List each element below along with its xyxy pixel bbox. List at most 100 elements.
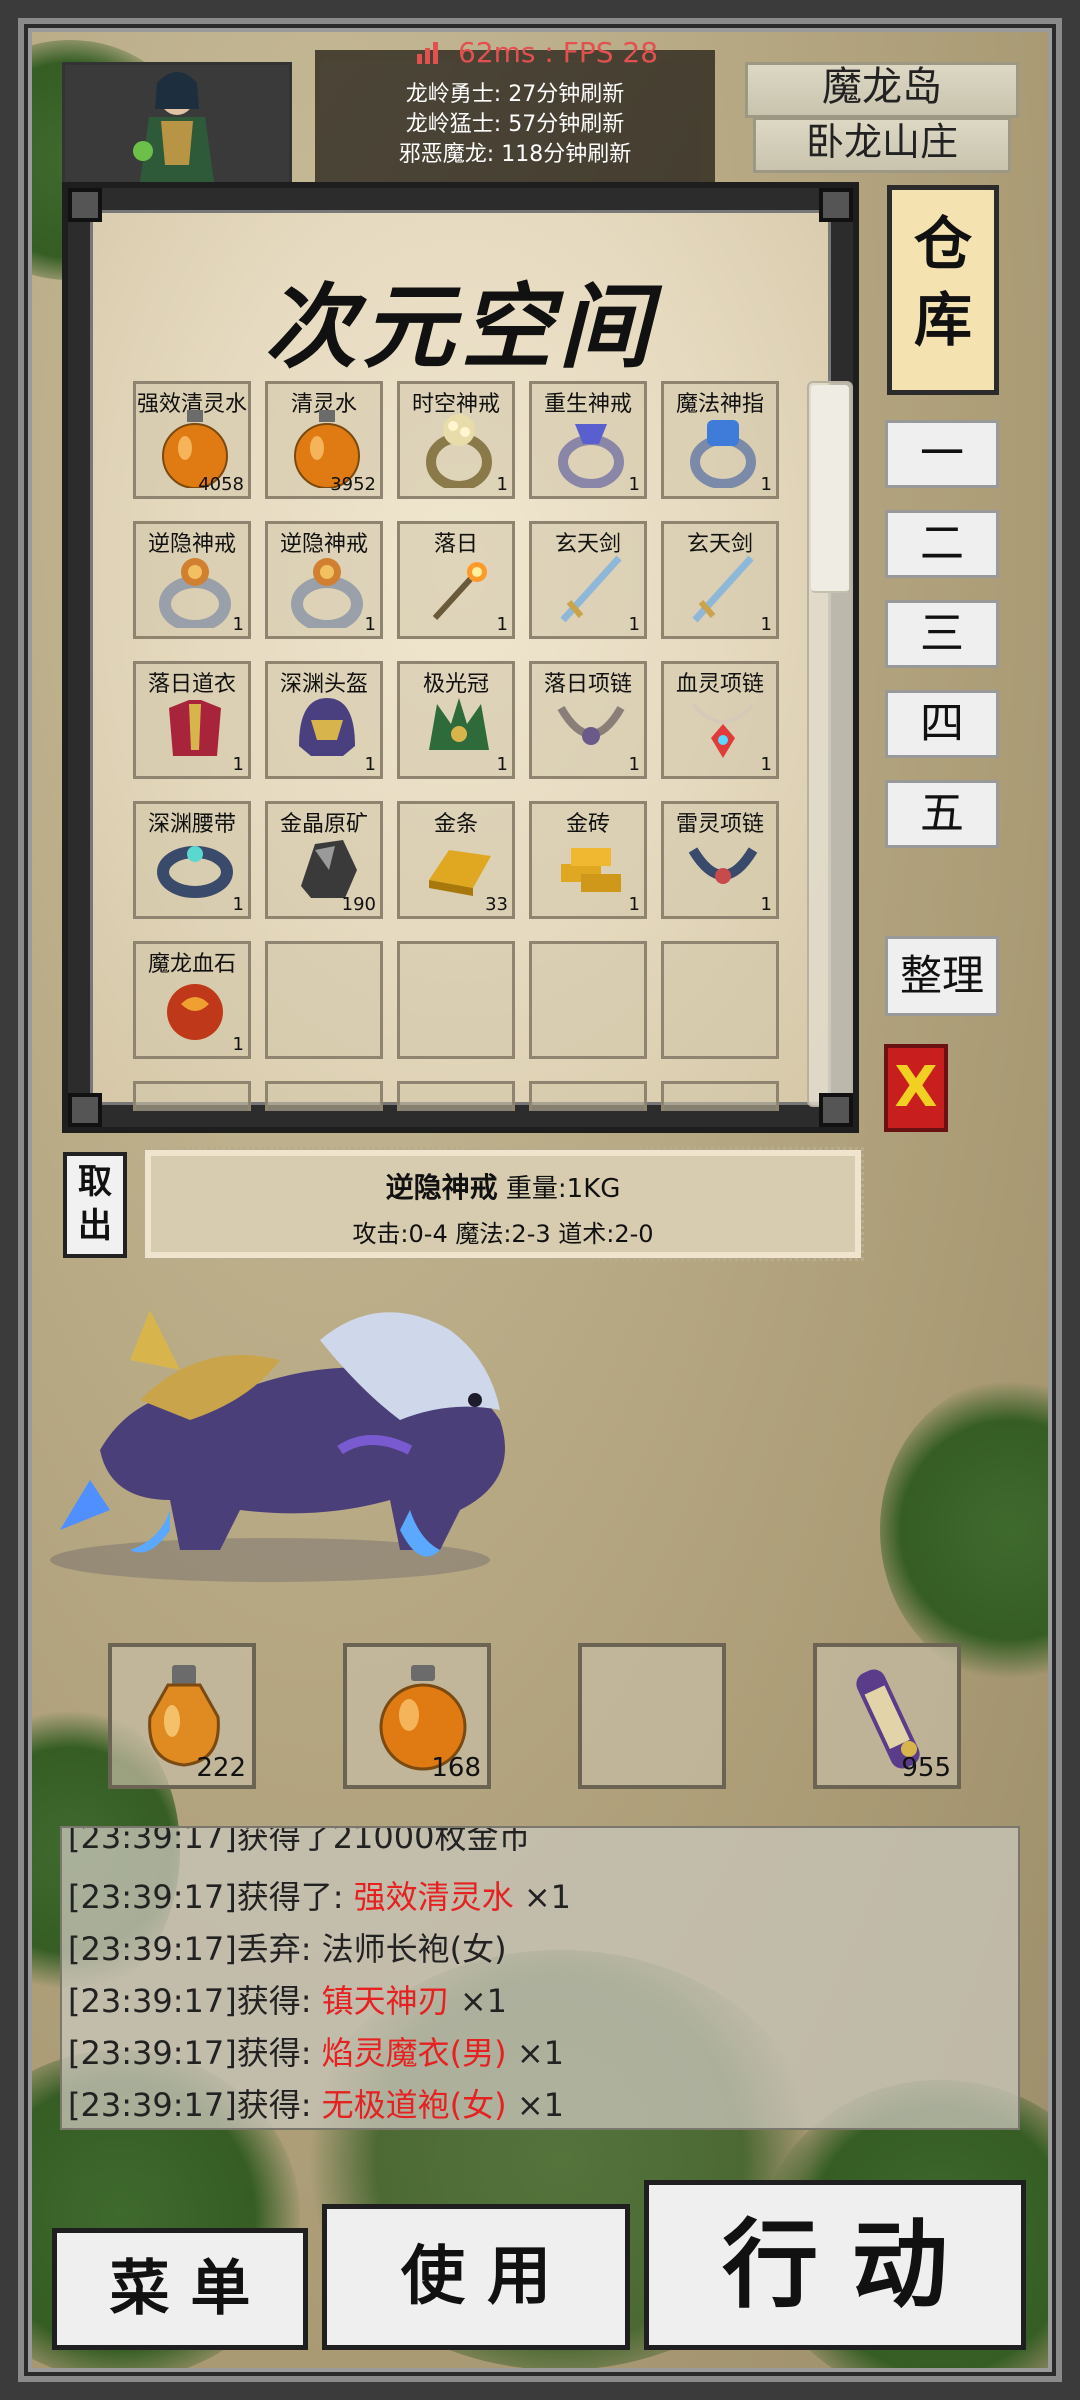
log-prefix: [23:39:17]获得:	[68, 1982, 322, 2020]
inventory-slot[interactable]: 极光冠 1	[397, 661, 515, 779]
inventory-slot-empty[interactable]	[397, 941, 515, 1059]
inventory-slot-empty[interactable]	[397, 1081, 515, 1111]
tab-page-5[interactable]: 五	[885, 780, 999, 848]
inventory-slot-empty[interactable]	[661, 1081, 779, 1111]
inventory-slot-empty[interactable]	[529, 941, 647, 1059]
action-button[interactable]: 行 动	[644, 2180, 1026, 2350]
tab-warehouse-label: 仓库	[913, 210, 972, 354]
quick-slot-count: 222	[196, 1753, 246, 1783]
inventory-slot-empty[interactable]	[529, 1081, 647, 1111]
tab-page-4[interactable]: 四	[885, 690, 999, 758]
tab-page-1[interactable]: 一	[885, 420, 999, 488]
item-count: 1	[760, 474, 772, 495]
inventory-slot-empty[interactable]	[265, 1081, 383, 1111]
warehouse-title: 次元空间	[264, 273, 657, 381]
inventory-slot[interactable]: 金砖 1	[529, 801, 647, 919]
item-count: 1	[760, 894, 772, 915]
log-line: [23:39:17]获得了: 强效清灵水 ×1	[68, 1872, 571, 1918]
blood-stone-icon	[167, 984, 223, 1040]
inventory-slot[interactable]: 雷灵项链 1	[661, 801, 779, 919]
item-count: 33	[485, 894, 508, 915]
inventory-slot[interactable]: 金晶原矿 190	[265, 801, 383, 919]
chain-icon	[688, 847, 758, 884]
inventory-slot[interactable]: 落日 1	[397, 521, 515, 639]
panel-corner-ornament	[68, 188, 102, 222]
inventory-slot-empty[interactable]	[133, 1081, 251, 1111]
sword-icon	[560, 555, 622, 623]
quick-slot[interactable]: 168	[343, 1643, 491, 1789]
quick-slot-empty[interactable]	[578, 1643, 726, 1789]
helmet-icon	[299, 698, 355, 756]
item-count: 1	[232, 894, 244, 915]
inventory-slot[interactable]: 落日道衣 1	[133, 661, 251, 779]
gold-bricks-icon	[561, 848, 621, 892]
inventory-slot[interactable]: 逆隐神戒 1	[133, 521, 251, 639]
inventory-slot[interactable]: 血灵项链 1	[661, 661, 779, 779]
item-info-weight: 重量:1KG	[505, 1174, 621, 1204]
inventory-slot[interactable]: 深渊腰带 1	[133, 801, 251, 919]
quick-slot[interactable]: 955	[813, 1643, 961, 1789]
location-label[interactable]: 卧龙山庄	[753, 117, 1011, 173]
inventory-slot[interactable]: 魔龙血石 1	[133, 941, 251, 1059]
item-count: 1	[364, 754, 376, 775]
log-prefix: [23:39:17]获得:	[68, 2034, 322, 2072]
tab-page-3[interactable]: 三	[885, 600, 999, 668]
inventory-slot[interactable]: 清灵水 3952	[265, 381, 383, 499]
side-badge[interactable]: 22	[0, 348, 32, 408]
item-count: 1	[628, 614, 640, 635]
take-out-button[interactable]: 取出	[63, 1152, 127, 1258]
inventory-slot[interactable]: 落日项链 1	[529, 661, 647, 779]
mount-creature-icon[interactable]	[20, 1250, 540, 1590]
sword-icon	[692, 555, 754, 623]
warehouse-panel: 次元空间 强效清灵水 4058 清灵水 3952 时空神戒 1 重生神戒 1 魔法神指 1 逆隐神戒…	[62, 182, 859, 1133]
inventory-slot[interactable]: 金条 33	[397, 801, 515, 919]
belt-icon	[157, 846, 233, 898]
inventory-slot[interactable]: 逆隐神戒 1	[265, 521, 383, 639]
tab-warehouse[interactable]: 仓库	[887, 185, 999, 395]
item-count: 1	[232, 614, 244, 635]
character-portrait[interactable]	[62, 62, 292, 192]
character-figure-icon	[65, 65, 289, 189]
sort-button[interactable]: 整理	[885, 936, 999, 1016]
grass-patch	[880, 1380, 1080, 1680]
use-button[interactable]: 使 用	[322, 2204, 630, 2350]
quick-slot[interactable]: 222	[108, 1643, 256, 1789]
inventory-slot-empty[interactable]	[661, 941, 779, 1059]
item-count: 3952	[330, 474, 376, 495]
boss-respawn-panel: 龙岭勇士: 27分钟刷新 龙岭猛士: 57分钟刷新 邪恶魔龙: 118分钟刷新	[315, 50, 715, 185]
item-count: 190	[341, 894, 376, 915]
inventory-slot-empty[interactable]	[265, 941, 383, 1059]
item-count: 1	[496, 754, 508, 775]
item-count: 1	[760, 754, 772, 775]
item-info-title: 逆隐神戒 重量:1KG	[151, 1166, 855, 1206]
close-button[interactable]: X	[884, 1044, 948, 1132]
warehouse-panel-body: 次元空间 强效清灵水 4058 清灵水 3952 时空神戒 1 重生神戒 1 魔法神指 1 逆隐神戒…	[90, 210, 853, 1111]
log-suffix: ×1	[506, 2086, 564, 2124]
take-out-label: 取出	[78, 1162, 112, 1246]
inventory-slot[interactable]: 玄天剑 1	[529, 521, 647, 639]
log-prefix: [23:39:17]获得了:	[68, 1878, 354, 1916]
item-count: 1	[364, 614, 376, 635]
location-label[interactable]: 魔龙岛	[745, 62, 1019, 118]
respawn-line: 邪恶魔龙: 118分钟刷新	[398, 142, 632, 167]
log-prefix: [23:39:17]获得了21000枚金币	[68, 1826, 531, 1856]
log-line: [23:39:17]获得: 镇天神刃 ×1	[68, 1976, 507, 2022]
menu-button[interactable]: 菜 单	[52, 2228, 308, 2350]
inventory-slot[interactable]: 强效清灵水 4058	[133, 381, 251, 499]
inventory-slot[interactable]: 魔法神指 1	[661, 381, 779, 499]
inventory-slot[interactable]: 重生神戒 1	[529, 381, 647, 499]
inventory-slot[interactable]: 玄天剑 1	[661, 521, 779, 639]
item-count: 1	[628, 754, 640, 775]
message-log[interactable]: [23:39:17]获得了21000枚金币 [23:39:17]获得了: 强效清…	[60, 1826, 1020, 2130]
tab-page-2[interactable]: 二	[885, 510, 999, 578]
log-item-name: 强效清灵水	[353, 1878, 514, 1916]
item-count: 1	[760, 614, 772, 635]
scroll-thumb[interactable]	[811, 385, 849, 593]
item-info-name: 逆隐神戒	[385, 1171, 498, 1204]
item-grid-scrollbar[interactable]	[807, 381, 853, 1107]
inventory-slot[interactable]: 时空神戒 1	[397, 381, 515, 499]
game-screen: 22 龙岭勇士: 27分钟刷新 龙岭猛士: 57分钟刷新 邪恶魔龙: 118分钟…	[0, 0, 1080, 2400]
panel-corner-ornament	[819, 188, 853, 222]
signal-icon	[417, 42, 438, 64]
inventory-slot[interactable]: 深渊头盔 1	[265, 661, 383, 779]
